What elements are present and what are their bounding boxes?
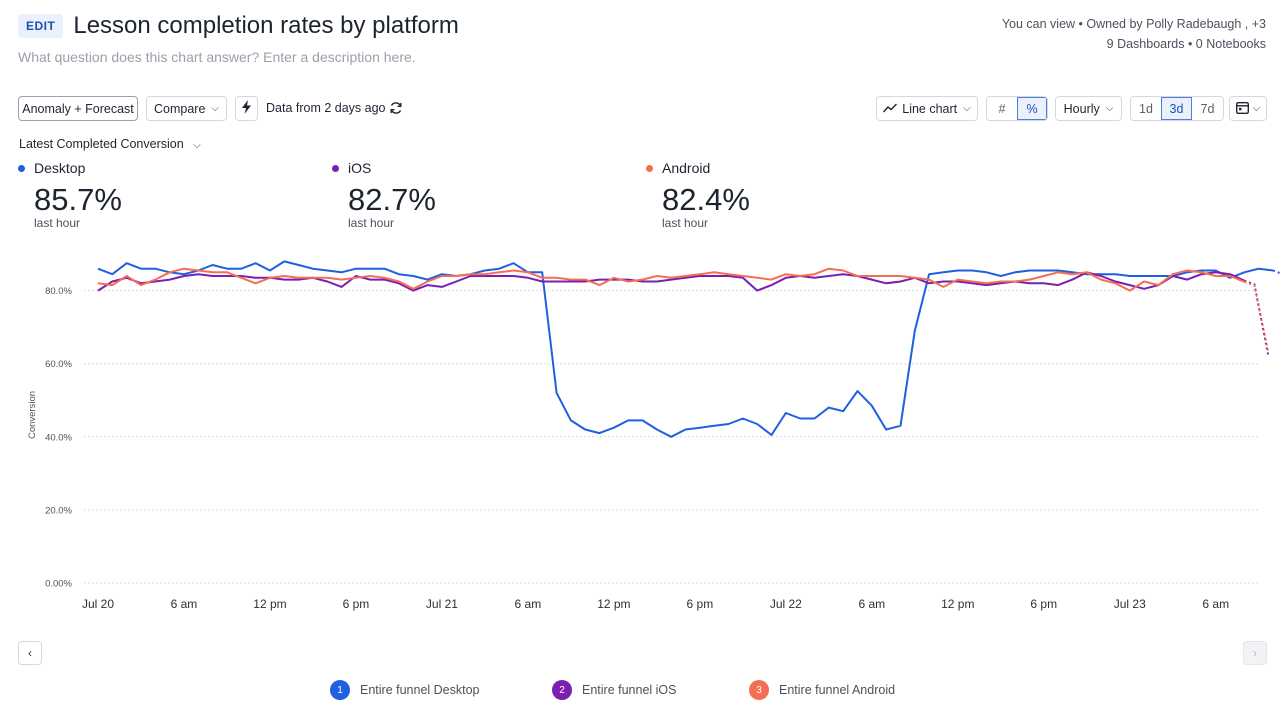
chart-header: EDIT Lesson completion rates by platform bbox=[18, 12, 459, 40]
kpi-desktop[interactable]: Desktop 85.7% last hour bbox=[18, 160, 122, 230]
legend-item-desktop[interactable]: 1 Entire funnel Desktop bbox=[330, 680, 480, 700]
x-tick-label: 12 pm bbox=[597, 597, 630, 611]
y-tick-label: 80.0% bbox=[45, 286, 72, 297]
kpi-name: Android bbox=[662, 160, 711, 176]
compare-button[interactable]: Compare ⌵ bbox=[146, 96, 227, 121]
chevron-down-icon: ⌵ bbox=[193, 140, 201, 151]
legend-item-ios[interactable]: 2 Entire funnel iOS bbox=[552, 680, 677, 700]
legend-number-badge: 3 bbox=[749, 680, 769, 700]
y-tick-label: 40.0% bbox=[45, 432, 72, 443]
kpi-value: 82.4% bbox=[662, 182, 750, 217]
range-7d[interactable]: 7d bbox=[1192, 97, 1223, 120]
date-picker-button[interactable]: ⌵ bbox=[1229, 96, 1267, 121]
x-tick-label: 12 pm bbox=[941, 597, 974, 611]
compare-label: Compare bbox=[154, 101, 206, 116]
series-line-1[interactable] bbox=[97, 260, 1274, 438]
kpi-ios[interactable]: iOS 82.7% last hour bbox=[332, 160, 436, 230]
calendar-icon bbox=[1235, 101, 1249, 117]
chart-type-select[interactable]: Line chart ⌵ bbox=[876, 96, 978, 121]
x-tick-label: 12 pm bbox=[253, 597, 286, 611]
line-chart-icon bbox=[883, 102, 898, 116]
data-freshness: Data from 2 days ago bbox=[266, 101, 386, 115]
scroll-left-button[interactable]: ‹ bbox=[18, 641, 42, 665]
chevron-down-icon: ⌵ bbox=[963, 103, 971, 114]
line-chart[interactable]: Conversion 0.00% 20.0% 40.0% 60.0% 80.0% Jul… bbox=[0, 240, 1280, 620]
series-color-dot bbox=[18, 164, 25, 172]
refresh-data-button[interactable] bbox=[235, 96, 258, 121]
value-format-toggle: # % bbox=[986, 96, 1048, 121]
x-tick-label: 6 am bbox=[858, 597, 885, 611]
anomaly-forecast-button[interactable]: Anomaly + Forecast bbox=[18, 96, 138, 121]
kpi-value: 85.7% bbox=[34, 182, 122, 217]
series-incomplete-segment-1 bbox=[1272, 269, 1280, 275]
kpi-name: iOS bbox=[348, 160, 372, 176]
series-color-dot bbox=[332, 164, 339, 172]
kpi-sub: last hour bbox=[348, 216, 395, 230]
kpi-sub: last hour bbox=[662, 216, 709, 230]
range-3d[interactable]: 3d bbox=[1161, 97, 1192, 120]
usage-info[interactable]: 9 Dashboards • 0 Notebooks bbox=[1002, 34, 1266, 54]
x-tick-label: 6 pm bbox=[687, 597, 714, 611]
chevron-down-icon: ⌵ bbox=[211, 103, 220, 114]
scroll-right-button[interactable]: › bbox=[1243, 641, 1267, 665]
chart-type-label: Line chart bbox=[902, 101, 958, 116]
absolute-count-toggle[interactable]: # bbox=[987, 97, 1017, 120]
y-axis-label: Conversion bbox=[27, 391, 38, 439]
series-incomplete-segment-3 bbox=[1244, 280, 1270, 353]
legend-item-android[interactable]: 3 Entire funnel Android bbox=[749, 680, 895, 700]
legend-label: Entire funnel iOS bbox=[582, 683, 677, 697]
x-tick-label: 6 pm bbox=[343, 597, 370, 611]
x-tick-label: Jul 21 bbox=[426, 597, 458, 611]
description-field[interactable]: What question does this chart answer? En… bbox=[18, 49, 416, 65]
x-tick-label: 6 am bbox=[1202, 597, 1229, 611]
x-tick-label: 6 am bbox=[515, 597, 542, 611]
range-1d[interactable]: 1d bbox=[1131, 97, 1161, 120]
metric-select[interactable]: Latest Completed Conversion ⌵ bbox=[19, 137, 201, 151]
kpi-sub: last hour bbox=[34, 216, 81, 230]
chart-meta: You can view • Owned by Polly Radebaugh … bbox=[1002, 14, 1266, 54]
x-tick-label: Jul 23 bbox=[1114, 597, 1146, 611]
chevron-down-icon: ⌵ bbox=[1105, 103, 1114, 114]
y-tick-label: 0.00% bbox=[45, 579, 72, 590]
percent-toggle[interactable]: % bbox=[1017, 97, 1047, 120]
kpi-value: 82.7% bbox=[348, 182, 436, 217]
y-tick-label: 20.0% bbox=[45, 505, 72, 516]
interval-select[interactable]: Hourly ⌵ bbox=[1055, 96, 1122, 121]
sync-icon[interactable] bbox=[389, 101, 403, 120]
x-tick-label: Jul 22 bbox=[770, 597, 802, 611]
metric-select-label: Latest Completed Conversion bbox=[19, 137, 184, 151]
legend-label: Entire funnel Android bbox=[779, 683, 896, 697]
access-info[interactable]: You can view • Owned by Polly Radebaugh … bbox=[1002, 14, 1266, 34]
x-tick-label: Jul 20 bbox=[82, 597, 114, 611]
y-tick-label: 60.0% bbox=[45, 359, 72, 370]
range-selector: 1d 3d 7d bbox=[1130, 96, 1224, 121]
legend-number-badge: 1 bbox=[330, 680, 350, 700]
x-tick-label: 6 pm bbox=[1030, 597, 1057, 611]
series-color-dot bbox=[646, 164, 653, 172]
x-tick-label: 6 am bbox=[171, 597, 198, 611]
interval-label: Hourly bbox=[1063, 101, 1100, 116]
edit-button[interactable]: EDIT bbox=[18, 14, 64, 38]
chevron-down-icon: ⌵ bbox=[1252, 103, 1261, 114]
legend-label: Entire funnel Desktop bbox=[360, 683, 480, 697]
toolbar: Anomaly + Forecast Compare ⌵ Data from 2… bbox=[18, 96, 1267, 121]
page-title[interactable]: Lesson completion rates by platform bbox=[73, 12, 459, 40]
lightning-icon bbox=[241, 100, 252, 117]
series-incomplete-segment-2 bbox=[1244, 279, 1270, 357]
kpi-android[interactable]: Android 82.4% last hour bbox=[646, 160, 750, 230]
legend-number-badge: 2 bbox=[552, 680, 572, 700]
kpi-name: Desktop bbox=[34, 160, 86, 176]
